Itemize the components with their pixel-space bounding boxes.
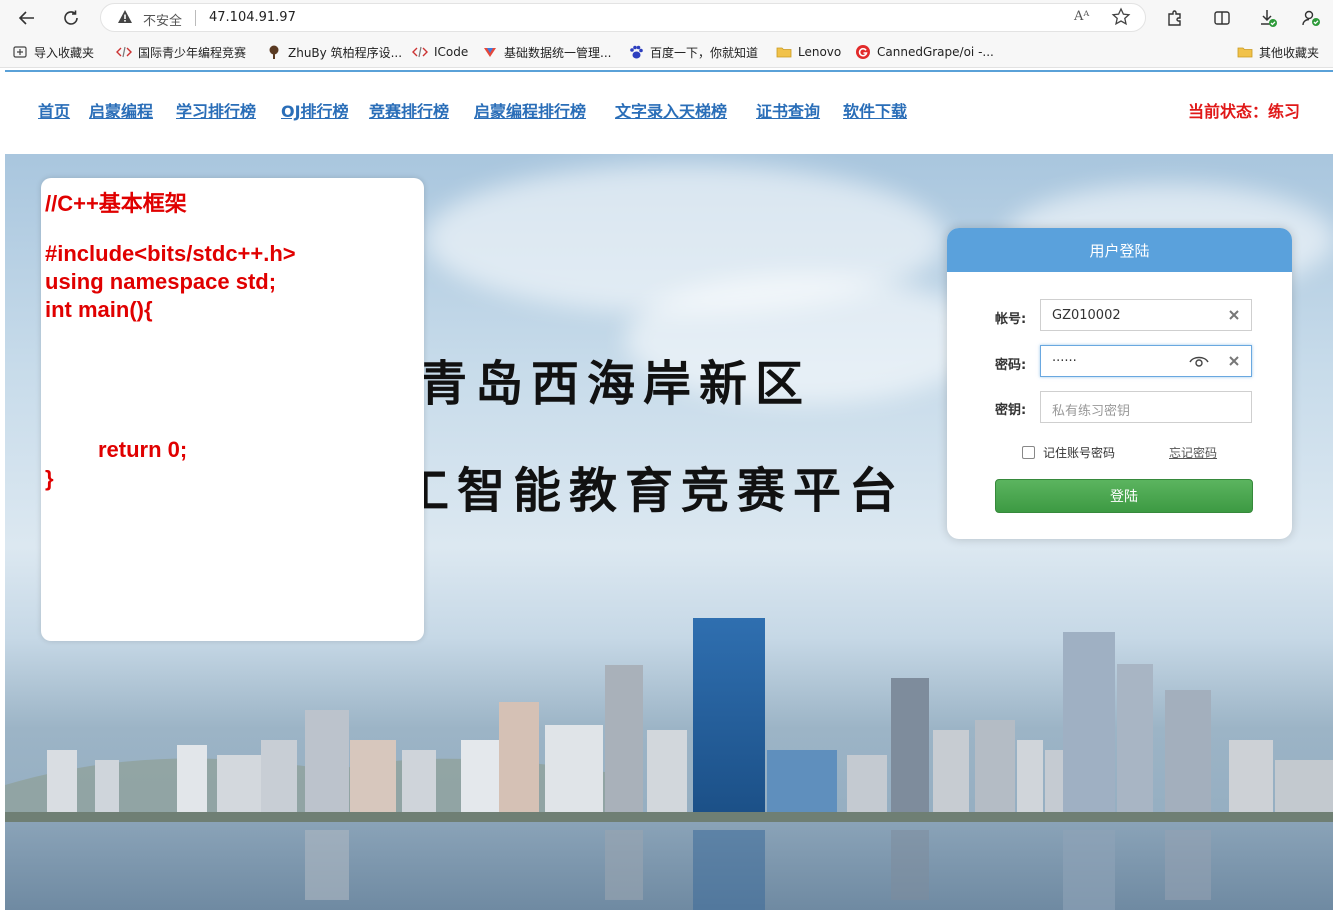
reload-icon xyxy=(64,10,78,25)
extensions-button[interactable] xyxy=(1162,5,1188,31)
hero-banner: 青岛西海岸新区 工智能教育竞赛平台 //C++基本框架 #include<bit… xyxy=(5,154,1333,910)
login-title: 用户登陆 xyxy=(947,228,1292,272)
bookmark-label: 基础数据统一管理... xyxy=(504,45,612,60)
code-line: int main(){ xyxy=(45,297,153,322)
back-button[interactable] xyxy=(14,5,40,31)
account-label: 帐号: xyxy=(995,312,1027,327)
import-icon xyxy=(13,46,27,58)
bookmark-label: Lenovo xyxy=(798,45,842,59)
bookmark-item[interactable]: ICode xyxy=(412,44,468,60)
bookmark-item[interactable]: 国际青少年编程竞赛 xyxy=(116,44,246,60)
nav-link-enlightenment[interactable]: 启蒙编程 xyxy=(89,98,153,122)
bookmark-label: ICode xyxy=(434,45,469,59)
browser-toolbar: 不安全 47.104.91.97 Aᴬ xyxy=(0,0,1333,36)
code-icon xyxy=(116,46,132,58)
password-input[interactable]: ······ xyxy=(1040,345,1252,377)
bookmark-item[interactable]: CannedGrape/oi -... xyxy=(855,44,994,60)
bookmark-item[interactable]: 百度一下，你就知道 xyxy=(628,44,758,60)
account-value: GZ010002 xyxy=(1052,308,1121,323)
bookmark-label: ZhuBy 筑柏程序设... xyxy=(288,45,403,60)
key-placeholder: 私有练习密钥 xyxy=(1052,404,1131,419)
clear-icon[interactable] xyxy=(1225,306,1243,324)
hero-title-line1: 青岛西海岸新区 xyxy=(419,356,812,412)
split-screen-icon xyxy=(1214,11,1230,25)
nav-link-download[interactable]: 软件下载 xyxy=(843,98,907,122)
bookmark-item[interactable]: Lenovo xyxy=(776,44,841,60)
web-page: 首页 启蒙编程 学习排行榜 OJ排行榜 竞赛排行榜 启蒙编程排行榜 文字录入天梯… xyxy=(5,70,1333,910)
nav-link-study-ranking[interactable]: 学习排行榜 xyxy=(176,98,256,122)
read-aloud-button[interactable]: Aᴬ xyxy=(1074,9,1089,24)
bookmark-item[interactable]: 基础数据统一管理... xyxy=(482,44,611,60)
favorite-star-icon[interactable] xyxy=(1111,7,1131,27)
profile-button[interactable] xyxy=(1298,5,1324,31)
code-line: #include<bits/stdc++.h> xyxy=(45,241,296,266)
bookmark-item[interactable]: 其他收藏夹 xyxy=(1237,44,1319,60)
forgot-password-link[interactable]: 忘记密码 xyxy=(1169,444,1217,461)
bookmark-label: 导入收藏夹 xyxy=(34,45,95,60)
code-line: } xyxy=(45,466,54,491)
bookmark-label: 其他收藏夹 xyxy=(1259,45,1320,60)
show-password-icon[interactable] xyxy=(1189,353,1209,369)
download-icon xyxy=(1261,10,1277,27)
site-nav: 首页 启蒙编程 学习排行榜 OJ排行榜 竞赛排行榜 启蒙编程排行榜 文字录入天梯… xyxy=(5,70,1333,154)
baidu-icon xyxy=(630,45,643,59)
remember-label: 记住账号密码 xyxy=(1043,446,1116,460)
bookmark-item[interactable]: ZhuBy 筑柏程序设... xyxy=(266,44,402,60)
nav-link-oj-ranking[interactable]: OJ排行榜 xyxy=(281,98,349,122)
bookmark-label: 国际青少年编程竞赛 xyxy=(138,45,247,60)
folder-icon xyxy=(1237,47,1253,58)
password-value: ······ xyxy=(1052,354,1077,369)
split-screen-button[interactable] xyxy=(1209,5,1235,31)
account-input[interactable]: GZ010002 xyxy=(1040,299,1252,331)
warning-icon[interactable] xyxy=(117,9,133,25)
address-separator xyxy=(195,10,196,26)
nav-link-certificate[interactable]: 证书查询 xyxy=(756,98,820,122)
reload-button[interactable] xyxy=(58,5,84,31)
key-input[interactable]: 私有练习密钥 xyxy=(1040,391,1252,423)
back-arrow-icon xyxy=(18,11,34,25)
code-template-card: //C++基本框架 #include<bits/stdc++.h> using … xyxy=(41,178,424,641)
security-label[interactable]: 不安全 xyxy=(143,10,182,29)
g-logo-icon xyxy=(856,45,870,59)
bookmark-label: CannedGrape/oi -... xyxy=(877,45,994,59)
code-line: return 0; xyxy=(98,437,188,462)
status-indicator: 当前状态：练习 xyxy=(1187,102,1300,121)
remember-me[interactable]: 记住账号密码 xyxy=(1022,444,1115,461)
nav-link-enlightenment-ranking[interactable]: 启蒙编程排行榜 xyxy=(474,98,586,122)
remember-checkbox[interactable] xyxy=(1022,446,1035,459)
clear-icon[interactable] xyxy=(1225,352,1243,370)
nav-link-home[interactable]: 首页 xyxy=(38,98,70,122)
bookmark-item[interactable]: 导入收藏夹 xyxy=(12,44,94,60)
tree-icon xyxy=(269,45,279,59)
login-button[interactable]: 登陆 xyxy=(995,479,1253,513)
url-text[interactable]: 47.104.91.97 xyxy=(209,10,296,25)
password-label: 密码: xyxy=(995,358,1027,373)
address-bar[interactable]: 不安全 47.104.91.97 Aᴬ xyxy=(100,3,1146,32)
login-panel: 用户登陆 帐号: GZ010002 密码: ······ 密钥: 私有练习密钥 … xyxy=(947,228,1292,539)
nav-link-typing-ladder[interactable]: 文字录入天梯榜 xyxy=(615,98,727,122)
nav-link-contest-ranking[interactable]: 竞赛排行榜 xyxy=(369,98,449,122)
hero-title-line2: 工智能教育竞赛平台 xyxy=(401,463,906,519)
code-line: using namespace std; xyxy=(45,269,277,294)
downloads-button[interactable] xyxy=(1255,5,1281,31)
folder-icon xyxy=(776,47,792,58)
colorful-logo-icon xyxy=(484,48,496,57)
code-icon xyxy=(412,46,428,58)
key-label: 密钥: xyxy=(995,403,1027,418)
bookmark-label: 百度一下，你就知道 xyxy=(650,45,759,60)
sync-profile-icon xyxy=(1302,10,1320,26)
bookmarks-bar: 导入收藏夹 国际青少年编程竞赛 ZhuBy 筑柏程序设... ICode 基础数… xyxy=(0,36,1333,68)
code-line: //C++基本框架 xyxy=(45,191,187,216)
puzzle-icon xyxy=(1168,10,1181,26)
